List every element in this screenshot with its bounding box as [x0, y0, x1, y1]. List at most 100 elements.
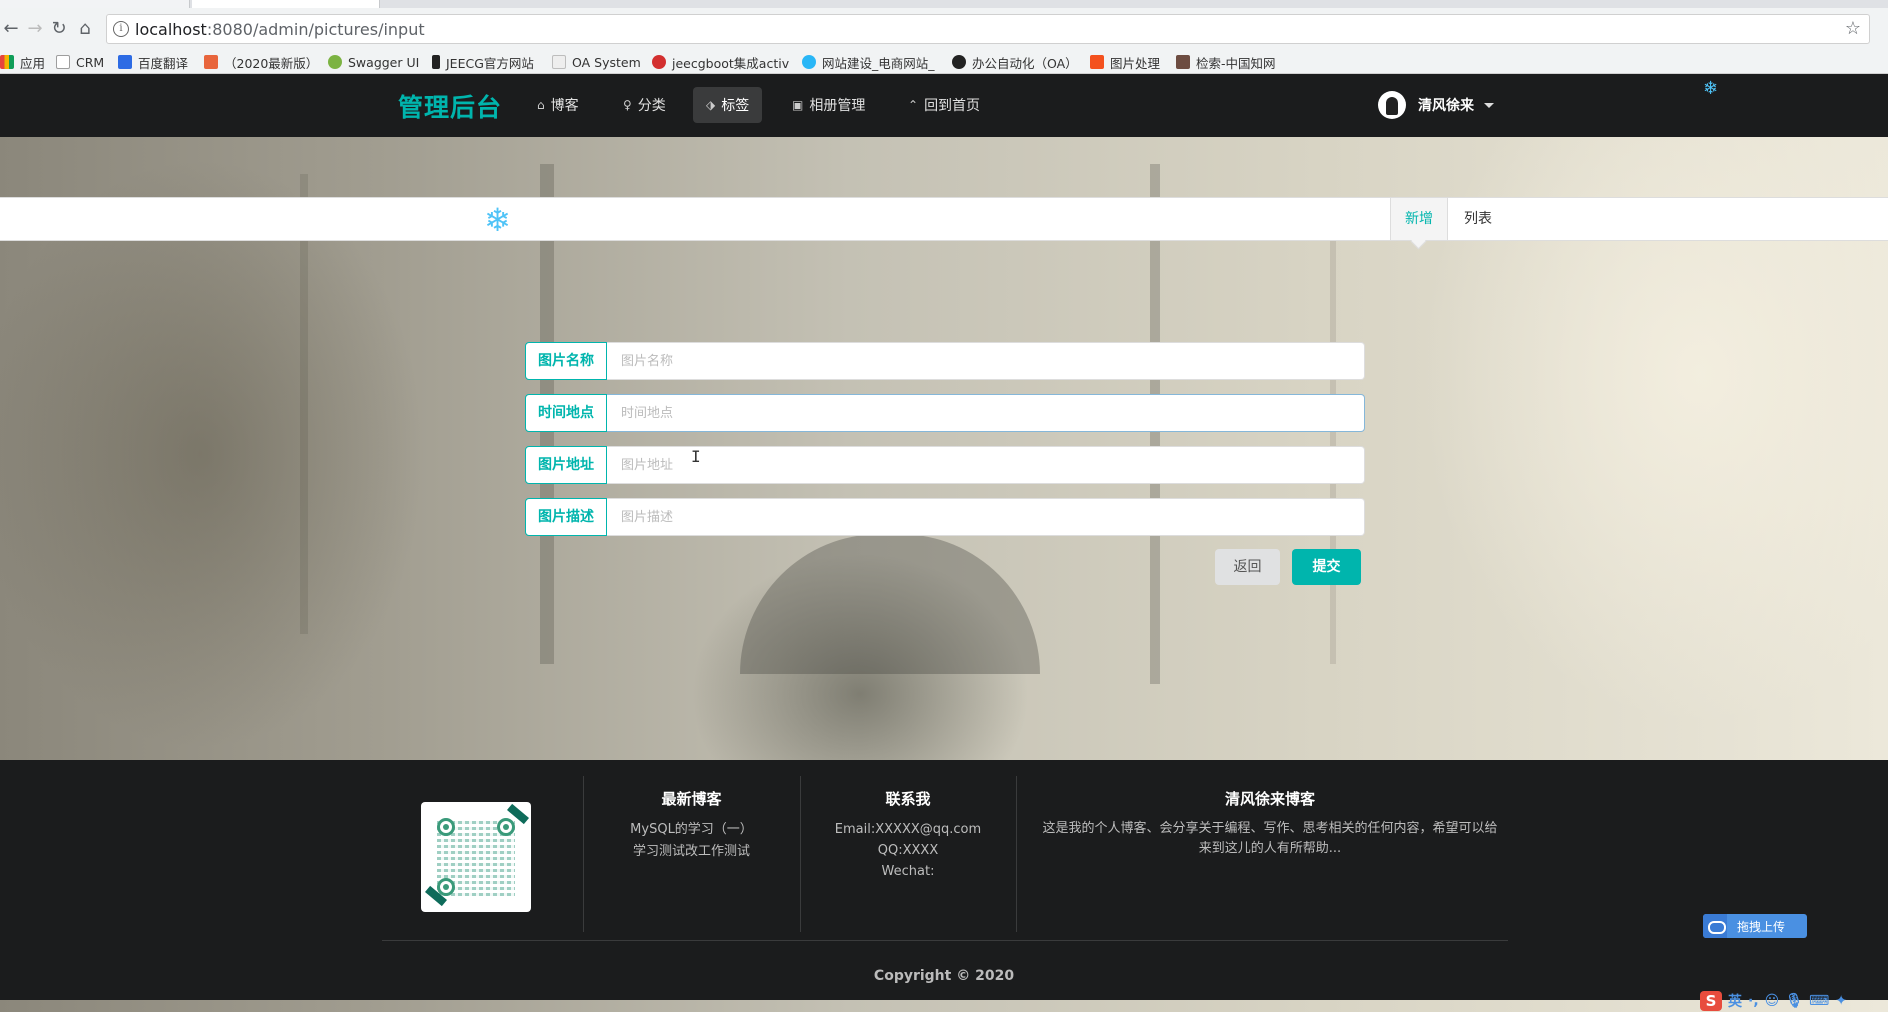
nav-item-album[interactable]: ▣ 相册管理 [779, 87, 878, 123]
c-logo-icon [204, 55, 218, 69]
g-logo-icon [652, 55, 666, 69]
page: 管理后台 ⌂ 博客 ♀ 分类 ⬗ 标签 ▣ 相册管理 ⌃ 回到首页 清风徐来 ❄ ❄ 新增… [0, 74, 1888, 1012]
swagger-icon [328, 55, 342, 69]
tags-icon: ⬗ [706, 98, 716, 112]
home-icon[interactable]: ⌂ [74, 18, 96, 40]
picture-name-input[interactable] [607, 342, 1365, 380]
lightbulb-icon: ♀ [623, 98, 632, 112]
page-icon [552, 55, 566, 69]
home-icon: ⌂ [537, 98, 545, 112]
emoji-icon[interactable]: ☺ [1765, 993, 1780, 1009]
nav-item-home[interactable]: ⌃ 回到首页 [895, 87, 993, 123]
ime-language-toggle[interactable]: 英 [1728, 991, 1742, 1011]
footer-divider [583, 776, 584, 932]
bookmark-2020[interactable]: （2020最新版） [204, 53, 318, 71]
footer-about: 清风徐来博客 这是我的个人博客、会分享关于编程、写作、思考相关的任何内容，希望可… [1032, 788, 1508, 859]
picture-name-field: 图片名称 [525, 342, 1365, 380]
browser-tab[interactable] [0, 0, 190, 8]
footer-separator [382, 940, 1508, 941]
footer-latest-blogs: 最新博客 MySQL的学习（一） 学习测试改工作测试 [600, 788, 783, 863]
bookmark-apps[interactable]: 应用 [0, 53, 45, 71]
user-menu[interactable]: 清风徐来 [1378, 91, 1494, 119]
image-process-icon [1090, 55, 1104, 69]
contact-email: Email:XXXXX@qq.com [834, 822, 982, 837]
bookmark-oa[interactable]: 办公自动化（OA） [952, 53, 1078, 71]
page-icon [56, 55, 70, 69]
image-icon: ▣ [792, 98, 804, 112]
submit-button[interactable]: 提交 [1292, 549, 1361, 585]
bookmark-baidu-translate[interactable]: 百度翻译 [118, 53, 188, 71]
nav-item-category[interactable]: ♀ 分类 [610, 87, 679, 123]
punctuation-icon[interactable]: ·, [1748, 993, 1759, 1009]
back-button[interactable]: 返回 [1215, 549, 1280, 585]
cnki-icon [1176, 55, 1190, 69]
latest-blog-link[interactable]: MySQL的学习（一） [600, 819, 783, 841]
top-navbar: 管理后台 ⌂ 博客 ♀ 分类 ⬗ 标签 ▣ 相册管理 ⌃ 回到首页 清风徐来 ❄ [0, 74, 1888, 137]
bookmark-website-build[interactable]: 网站建设_电商网站_ [802, 53, 942, 71]
back-icon[interactable]: ← [0, 18, 22, 40]
keyboard-icon[interactable]: ⌨ [1809, 993, 1829, 1009]
background-decoration [740, 534, 1040, 674]
nav-item-tags[interactable]: ⬗ 标签 [693, 87, 763, 123]
cloud-icon [802, 55, 816, 69]
latest-blog-link[interactable]: 学习测试改工作测试 [600, 841, 783, 863]
contact-qq: QQ:XXXX [877, 843, 939, 858]
footer: 最新博客 MySQL的学习（一） 学习测试改工作测试 联系我 Email:XXX… [0, 760, 1888, 1000]
bookmark-swagger[interactable]: Swagger UI [328, 53, 419, 71]
user-name: 清风徐来 [1418, 98, 1474, 114]
ime-toolbar: S 英 ·, ☺ 🎙 ⌨ ✦ [1700, 990, 1888, 1012]
cloud-upload-icon [1703, 914, 1727, 938]
skin-icon[interactable]: ✦ [1835, 993, 1847, 1009]
caret-down-icon [1484, 102, 1494, 108]
browser-toolbar: ← → ↻ ⌂ i localhost:8080/admin/pictures/… [0, 8, 1888, 50]
bookmark-image-process[interactable]: 图片处理 [1090, 53, 1160, 71]
contact-wechat: Wechat: [881, 864, 935, 879]
tab-list[interactable]: 列表 [1450, 198, 1506, 240]
browser-tabstrip [0, 0, 1888, 8]
footer-contact-title: 联系我 [885, 790, 931, 808]
time-place-label: 时间地点 [525, 394, 607, 432]
reload-icon[interactable]: ↻ [48, 18, 70, 40]
footer-about-title: 清风徐来博客 [1224, 790, 1315, 808]
snowflake-icon: ❄ [1703, 78, 1719, 99]
qr-finder-mark [497, 818, 515, 836]
forward-icon[interactable]: → [24, 18, 46, 40]
picture-description-label: 图片描述 [525, 498, 607, 536]
text-cursor-icon: I [691, 447, 701, 466]
drag-upload-button[interactable]: 拖拽上传 [1703, 914, 1807, 938]
copyright: Copyright © 2020 [873, 968, 1015, 984]
sogou-ime-icon[interactable]: S [1700, 991, 1722, 1011]
nav-item-blog[interactable]: ⌂ 博客 [524, 87, 592, 123]
bookmark-jeecgboot[interactable]: jeecgboot集成activ [652, 53, 792, 71]
info-icon[interactable]: i [113, 21, 129, 37]
picture-description-input[interactable] [607, 498, 1365, 536]
picture-url-field: 图片地址 [525, 446, 1365, 484]
picture-description-field: 图片描述 [525, 498, 1365, 536]
picture-url-input[interactable] [607, 446, 1365, 484]
time-place-field: 时间地点 [525, 394, 1365, 432]
url-text: localhost:8080/admin/pictures/input [135, 20, 425, 39]
bookmark-cnki[interactable]: 检索-中国知网 [1176, 53, 1276, 71]
address-bar[interactable]: i localhost:8080/admin/pictures/input ☆ [106, 14, 1870, 44]
picture-url-label: 图片地址 [525, 446, 607, 484]
footer-divider [1016, 776, 1017, 932]
github-icon [952, 55, 966, 69]
picture-name-label: 图片名称 [525, 342, 607, 380]
sub-navbar: ❄ 新增 列表 [0, 197, 1888, 241]
footer-contact: 联系我 Email:XXXXX@qq.com QQ:XXXX Wechat: [816, 788, 1000, 882]
qr-finder-mark [437, 818, 455, 836]
time-place-input[interactable] [607, 394, 1365, 432]
snowflake-icon: ❄ [484, 201, 511, 239]
footer-latest-title: 最新博客 [661, 790, 722, 808]
bookmark-jeecg[interactable]: JEECG官方网站 [432, 53, 534, 71]
footer-about-text: 这是我的个人博客、会分享关于编程、写作、思考相关的任何内容，希望可以给来到这儿的… [1042, 821, 1498, 856]
bookmarks-bar: 应用 CRM 百度翻译 （2020最新版） Swagger UI JEECG官方… [0, 50, 1888, 74]
apps-grid-icon [0, 55, 14, 69]
tab-add[interactable]: 新增 [1390, 198, 1448, 240]
bookmark-oa-system[interactable]: OA System [552, 53, 641, 71]
browser-tab-active[interactable] [192, 0, 380, 8]
microphone-icon[interactable]: 🎙 [1785, 993, 1803, 1009]
bookmark-star-icon[interactable]: ☆ [1845, 18, 1861, 39]
brand-title[interactable]: 管理后台 [398, 88, 502, 124]
bookmark-crm[interactable]: CRM [56, 53, 104, 71]
